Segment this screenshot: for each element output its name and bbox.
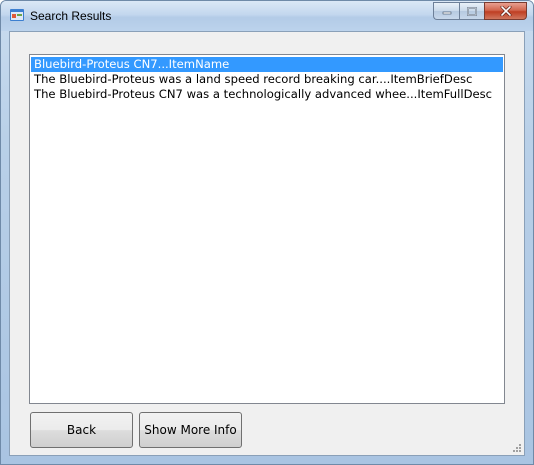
title-bar[interactable]: Search Results [1, 1, 533, 31]
list-item[interactable]: The Bluebird-Proteus was a land speed re… [31, 72, 503, 87]
list-item[interactable]: Bluebird-Proteus CN7...ItemName [31, 57, 503, 72]
search-results-window: Search Results Bluebird-Proteus CN7...It… [0, 0, 534, 465]
close-icon [500, 6, 511, 16]
app-window-icon [10, 9, 24, 21]
close-button[interactable] [484, 2, 527, 20]
window-title: Search Results [30, 9, 112, 23]
minimize-button[interactable] [433, 2, 459, 20]
maximize-button[interactable] [459, 2, 484, 20]
show-more-info-button[interactable]: Show More Info [139, 412, 242, 448]
minimize-icon [442, 11, 451, 15]
maximize-icon [467, 6, 477, 16]
list-item[interactable]: The Bluebird-Proteus CN7 was a technolog… [31, 87, 503, 102]
caption-buttons [433, 2, 527, 21]
resize-grip-icon[interactable] [512, 443, 522, 453]
back-button[interactable]: Back [30, 412, 133, 448]
results-listbox[interactable]: Bluebird-Proteus CN7...ItemName The Blue… [29, 54, 505, 404]
client-area: Bluebird-Proteus CN7...ItemName The Blue… [9, 31, 525, 456]
